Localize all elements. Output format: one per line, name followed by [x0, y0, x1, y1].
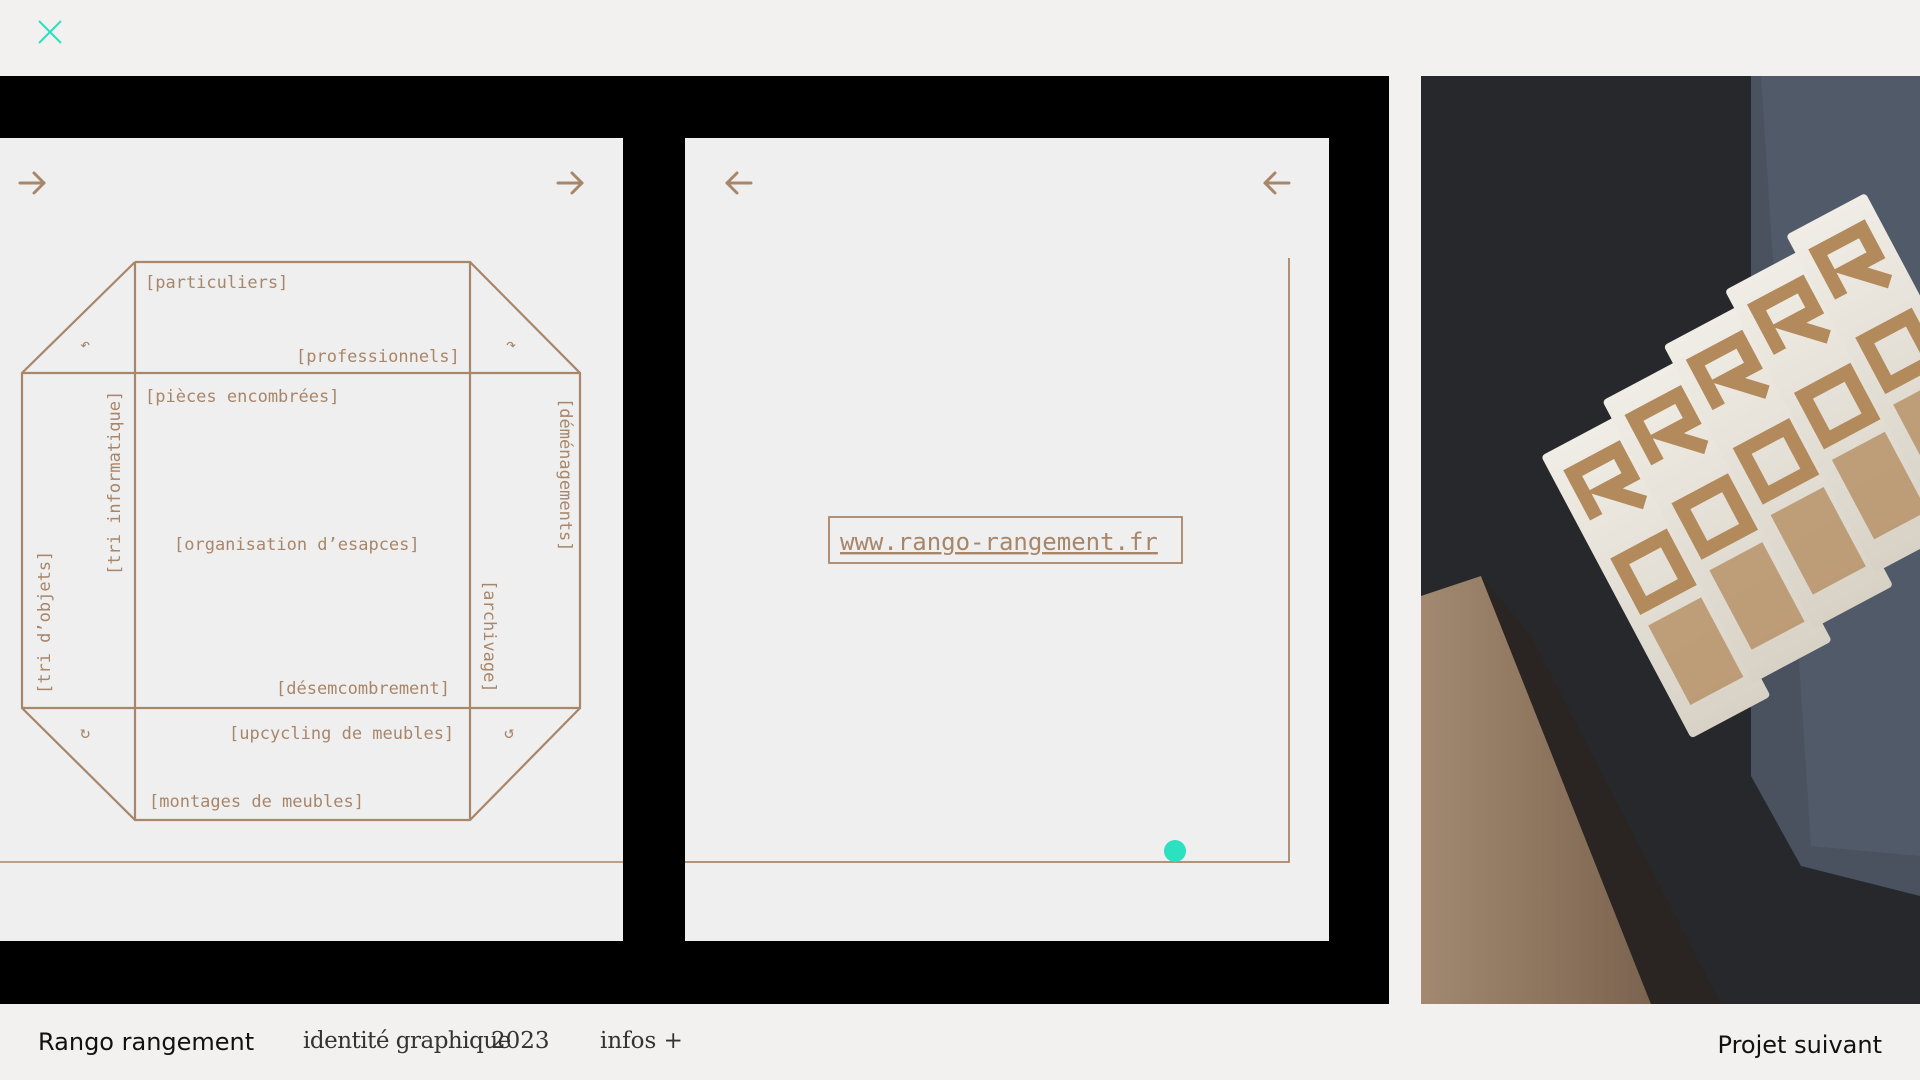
rotate-ccw-icon: ↺	[504, 723, 514, 743]
label-upcycling: [upcycling de meubles]	[229, 724, 454, 744]
url-print-drawing: www.rango-rangement.fr	[685, 171, 1291, 863]
project-category: identité graphique	[303, 1028, 511, 1054]
close-icon	[38, 20, 62, 44]
box-template-drawing: [particuliers] [professionnels] [pièces …	[0, 171, 623, 863]
label-archivage: [archivage]	[479, 580, 499, 693]
infos-button[interactable]: infos +	[600, 1028, 683, 1054]
website-url: www.rango-rangement.fr	[840, 528, 1158, 556]
project-title: Rango rangement	[38, 1028, 255, 1056]
rotate-cw-icon: ↻	[80, 723, 90, 743]
label-tri-objets: [tri d’objets]	[35, 551, 55, 694]
label-montages: [montages de meubles]	[149, 792, 364, 812]
arrow-right-icon	[556, 171, 584, 195]
rotate-cw-icon: ↷	[506, 335, 516, 355]
label-desencombrement: [désemcombrement]	[276, 679, 450, 699]
cursor-indicator	[1164, 840, 1186, 862]
label-particuliers: [particuliers]	[145, 273, 288, 293]
rotate-ccw-icon: ↶	[80, 335, 90, 355]
label-demenagements: [déménagements]	[555, 398, 575, 552]
next-project-link[interactable]: Projet suivant	[1718, 1031, 1882, 1059]
box-template-card: [particuliers] [professionnels] [pièces …	[0, 138, 623, 941]
url-print-card: www.rango-rangement.fr	[685, 138, 1329, 941]
stickers-photo	[1421, 76, 1920, 1004]
gallery-slide-box-print: [particuliers] [professionnels] [pièces …	[0, 76, 1389, 1004]
close-button[interactable]	[36, 18, 64, 46]
arrow-left-icon	[725, 171, 753, 195]
project-gallery[interactable]: [particuliers] [professionnels] [pièces …	[0, 76, 1920, 1004]
project-footer: Rango rangement identité graphique 2023 …	[0, 1004, 1920, 1080]
project-year: 2023	[491, 1028, 550, 1054]
gallery-slide-photo	[1421, 76, 1920, 1004]
label-pieces-encombrees: [pièces encombrées]	[145, 387, 339, 407]
label-professionnels: [professionnels]	[296, 347, 460, 367]
arrow-left-icon	[1263, 171, 1291, 195]
label-organisation: [organisation d’esapces]	[174, 535, 420, 555]
label-tri-informatique: [tri informatique]	[105, 391, 125, 575]
arrow-right-icon	[18, 171, 46, 195]
